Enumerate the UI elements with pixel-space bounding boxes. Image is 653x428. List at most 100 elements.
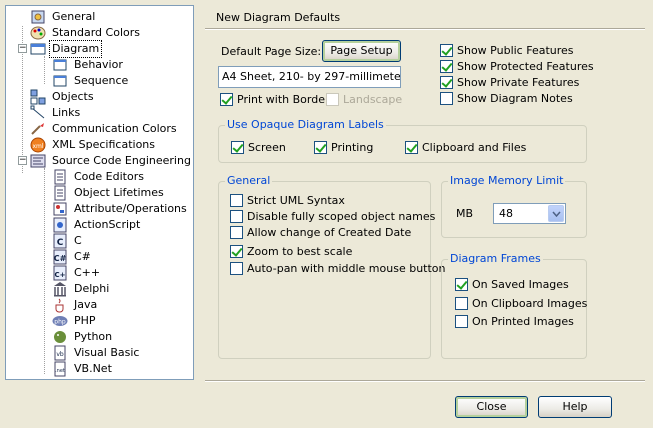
tree-item-label: ActionScript <box>74 218 141 231</box>
frames-printed-images-checkbox[interactable]: On Printed Images <box>455 315 574 328</box>
checkbox-box[interactable] <box>230 226 243 239</box>
checkbox-box[interactable] <box>230 210 243 223</box>
tree-item-objects[interactable]: Objects <box>30 89 96 105</box>
help-button[interactable]: Help <box>538 396 612 418</box>
actionscript-icon <box>52 217 68 233</box>
page-title: New Diagram Defaults <box>216 11 341 24</box>
checkbox-label: Strict UML Syntax <box>247 194 345 207</box>
checkbox-label: On Saved Images <box>472 278 569 291</box>
checkbox-box[interactable] <box>440 92 453 105</box>
tree-item-java[interactable]: Java <box>52 297 99 313</box>
tree-item-label: Links <box>52 106 81 119</box>
checkbox-label: Auto-pan with middle mouse button <box>247 262 446 275</box>
tree-item-actionscript[interactable]: ActionScript <box>52 217 142 233</box>
collapse-source-code-icon[interactable]: − <box>18 156 27 165</box>
tree-item-code-editors[interactable]: Code Editors <box>52 169 146 185</box>
tree-line <box>44 56 45 84</box>
checkbox-box[interactable] <box>326 93 339 106</box>
page-size-label: Default Page Size: <box>221 45 322 58</box>
strict-uml-syntax-checkbox[interactable]: Strict UML Syntax <box>230 194 345 207</box>
vbnet-icon: .net <box>52 361 68 377</box>
landscape-checkbox[interactable]: Landscape <box>326 93 402 106</box>
allow-change-created-date-checkbox[interactable]: Allow change of Created Date <box>230 226 411 239</box>
page-size-field[interactable]: A4 Sheet, 210- by 297-millimeters <box>218 66 401 88</box>
tree-item-vbnet[interactable]: .net VB.Net <box>52 361 114 377</box>
tree-item-communication-colors[interactable]: Communication Colors <box>30 121 179 137</box>
tree-item-c[interactable]: C C <box>52 233 84 249</box>
tree-item-diagram[interactable]: Diagram <box>30 40 103 58</box>
frames-saved-images-checkbox[interactable]: On Saved Images <box>455 278 569 291</box>
python-icon <box>52 329 68 345</box>
tree-item-cpp[interactable]: C+ C++ <box>52 265 102 281</box>
tree-line <box>44 168 45 374</box>
tree-item-label: PHP <box>74 314 96 327</box>
opaque-printing-checkbox[interactable]: Printing <box>314 141 373 154</box>
frames-clipboard-images-checkbox[interactable]: On Clipboard Images <box>455 297 587 310</box>
checkbox-box[interactable] <box>405 141 418 154</box>
checkbox-box[interactable] <box>440 44 453 57</box>
svg-text:C: C <box>57 238 64 248</box>
checkbox-box[interactable] <box>314 141 327 154</box>
disable-scoped-names-checkbox[interactable]: Disable fully scoped object names <box>230 210 435 223</box>
close-button[interactable]: Close <box>455 396 528 418</box>
checkbox-box[interactable] <box>230 245 243 258</box>
checkbox-box[interactable] <box>455 297 468 310</box>
checkbox-box[interactable] <box>220 93 233 106</box>
tree-item-python[interactable]: Python <box>52 329 114 345</box>
tree-item-behavior[interactable]: Behavior <box>52 57 125 73</box>
print-with-border-checkbox[interactable]: Print with Border <box>220 93 330 106</box>
tree-item-sequence[interactable]: Sequence <box>52 73 130 89</box>
tree-item-label: Sequence <box>74 74 129 87</box>
tree-item-standard-colors[interactable]: Standard Colors <box>30 25 142 41</box>
checkbox-box[interactable] <box>231 141 244 154</box>
tree-item-links[interactable]: Links <box>30 105 82 121</box>
tree-item-label: C# <box>74 250 91 263</box>
auto-pan-checkbox[interactable]: Auto-pan with middle mouse button <box>230 262 446 275</box>
page-icon <box>52 185 68 201</box>
show-public-features-checkbox[interactable]: Show Public Features <box>440 44 574 57</box>
tree-item-php[interactable]: php PHP <box>52 313 98 329</box>
checkbox-label: Print with Border <box>237 93 330 106</box>
svg-text:xml: xml <box>32 143 43 150</box>
tree-item-xml-specifications[interactable]: xml XML Specifications <box>30 137 157 153</box>
tree-item-label: Attribute/Operations <box>74 202 187 215</box>
tree-item-attribute-operations[interactable]: Attribute/Operations <box>52 201 189 217</box>
chevron-down-icon[interactable] <box>548 205 564 222</box>
tree-item-delphi[interactable]: Delphi <box>52 281 111 297</box>
show-diagram-notes-checkbox[interactable]: Show Diagram Notes <box>440 92 573 105</box>
show-private-features-checkbox[interactable]: Show Private Features <box>440 76 579 89</box>
checkbox-label: Disable fully scoped object names <box>247 210 436 223</box>
group-title: Use Opaque Diagram Labels <box>225 118 386 131</box>
checkbox-box[interactable] <box>230 194 243 207</box>
options-tree[interactable]: − − General Standard Colors Diagram Beha… <box>5 5 194 380</box>
checkbox-label: On Clipboard Images <box>472 297 588 310</box>
tree-item-object-lifetimes[interactable]: Object Lifetimes <box>52 185 166 201</box>
svg-text:vb: vb <box>56 351 64 358</box>
checkbox-label: Printing <box>331 141 374 154</box>
cpp-icon: C+ <box>52 265 68 281</box>
opaque-screen-checkbox[interactable]: Screen <box>231 141 286 154</box>
svg-text:php: php <box>54 319 66 326</box>
xml-icon: xml <box>30 137 46 153</box>
checkbox-box[interactable] <box>455 315 468 328</box>
checkbox-box[interactable] <box>230 262 243 275</box>
checkbox-box[interactable] <box>455 278 468 291</box>
tree-item-source-code-engineering[interactable]: Source Code Engineering <box>30 153 193 169</box>
zoom-best-scale-checkbox[interactable]: Zoom to best scale <box>230 245 352 258</box>
memory-limit-select[interactable]: 48 <box>493 203 566 224</box>
group-title: General <box>225 174 273 187</box>
show-protected-features-checkbox[interactable]: Show Protected Features <box>440 60 594 73</box>
collapse-diagram-icon[interactable]: − <box>18 44 27 53</box>
tree-item-label: Delphi <box>74 282 110 295</box>
java-icon <box>52 297 68 313</box>
checkbox-box[interactable] <box>440 60 453 73</box>
checkbox-box[interactable] <box>440 76 453 89</box>
tree-item-visual-basic[interactable]: vb Visual Basic <box>52 345 141 361</box>
tree-item-general[interactable]: General <box>30 9 97 25</box>
tree-item-label: C <box>74 234 82 247</box>
tree-item-csharp[interactable]: C# C# <box>52 249 93 265</box>
svg-text:C+: C+ <box>54 271 65 279</box>
c-icon: C <box>52 233 68 249</box>
page-setup-button[interactable]: Page Setup <box>322 40 401 62</box>
opaque-clipboard-files-checkbox[interactable]: Clipboard and Files <box>405 141 526 154</box>
